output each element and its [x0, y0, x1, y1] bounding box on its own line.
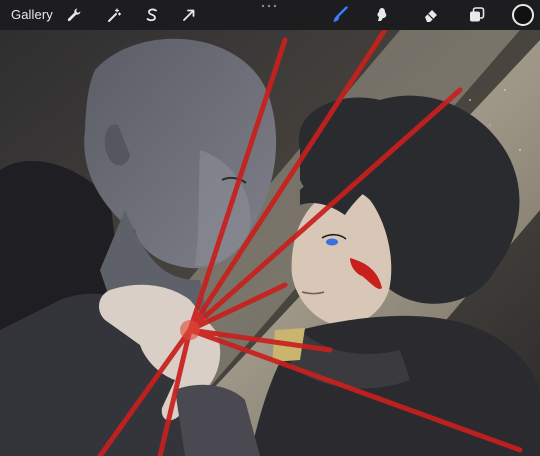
brush-button[interactable]: [330, 5, 350, 25]
smudge-button[interactable]: [372, 5, 392, 25]
top-toolbar: Gallery: [0, 0, 540, 30]
eraser-icon: [425, 10, 437, 22]
smudge-icon: [377, 8, 387, 21]
brush-icon: [333, 6, 348, 22]
transform-arrow-icon: [183, 9, 195, 21]
layers-button[interactable]: [467, 5, 487, 25]
actions-button[interactable]: [64, 5, 84, 25]
layers-icon: [470, 7, 485, 22]
adjustments-button[interactable]: [104, 5, 124, 25]
color-swatch-icon: [512, 4, 534, 26]
drawing-canvas[interactable]: [0, 30, 540, 456]
magic-wand-icon: [108, 8, 122, 22]
artwork-illustration: [0, 30, 540, 456]
selection-icon: [146, 8, 157, 22]
selection-button[interactable]: [142, 5, 162, 25]
eraser-button[interactable]: [421, 5, 441, 25]
toolbar-grip-icon[interactable]: [261, 3, 277, 9]
transform-button[interactable]: [179, 5, 199, 25]
gallery-button[interactable]: Gallery: [11, 7, 53, 22]
color-button[interactable]: [512, 4, 534, 26]
wrench-icon: [67, 8, 81, 22]
